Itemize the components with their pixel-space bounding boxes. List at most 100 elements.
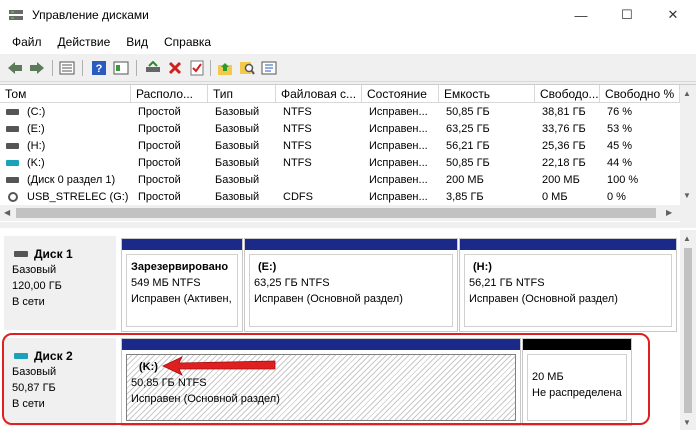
column-header-free-percent[interactable]: Свободно % [600, 85, 680, 103]
volume-name: (Диск 0 раздел 1) [27, 174, 116, 186]
connect-icon[interactable] [144, 59, 162, 77]
scroll-down-icon[interactable]: ▼ [683, 418, 691, 427]
delete-icon[interactable] [166, 59, 184, 77]
partition-bar [122, 239, 242, 250]
volume-free-percent: 53 % [607, 123, 633, 135]
red-arrow-icon [162, 356, 276, 376]
checklist-icon[interactable] [188, 59, 206, 77]
table-row[interactable]: (C:) Простой Базовый NTFS Исправен... 50… [0, 104, 680, 121]
volume-free-percent: 44 % [607, 157, 633, 169]
volume-layout: Простой [138, 157, 181, 169]
volume-fs: NTFS [283, 157, 312, 169]
window-title: Управление дисками [32, 8, 149, 22]
details-icon[interactable] [260, 59, 278, 77]
scroll-left-icon[interactable]: ◀ [4, 208, 10, 217]
volume-capacity: 200 МБ [446, 174, 484, 186]
volume-status: Исправен... [369, 123, 428, 135]
volume-type: Базовый [215, 106, 260, 118]
vertical-scroll-thumb[interactable] [684, 248, 692, 413]
volume-list: Том Располо... Тип Файловая с... Состоян… [0, 84, 696, 222]
volume-name: (K:) [27, 157, 45, 169]
volume-status: Исправен... [369, 174, 428, 186]
folder-up-icon[interactable] [216, 59, 234, 77]
volume-type: Базовый [215, 191, 260, 203]
partition-reserved[interactable]: Зарезервировано 549 МБ NTFS Исправен (Ак… [121, 238, 243, 332]
volume-fs: NTFS [283, 140, 312, 152]
volume-free: 38,81 ГБ [542, 106, 586, 118]
volume-layout: Простой [138, 106, 181, 118]
partition-name: (E:) [258, 261, 277, 273]
volume-name: (C:) [27, 106, 46, 118]
hard-drive-icon [6, 177, 19, 183]
menu-file[interactable]: Файл [4, 35, 50, 49]
maximize-button[interactable]: ☐ [604, 0, 650, 30]
partition-bar [460, 239, 676, 250]
volume-free-percent: 100 % [607, 174, 639, 186]
disk-1-state: В сети [12, 296, 45, 308]
volume-status: Исправен... [369, 157, 428, 169]
column-header-layout[interactable]: Располо... [131, 85, 208, 103]
close-button[interactable]: ✕ [650, 0, 696, 30]
column-header-filesystem[interactable]: Файловая с... [276, 85, 362, 103]
search-disk-icon[interactable] [238, 59, 256, 77]
partition-status: Исправен (Основной раздел) [254, 293, 403, 305]
column-header-status[interactable]: Состояние [362, 85, 439, 103]
hard-drive-icon [14, 251, 28, 257]
column-header-capacity[interactable]: Емкость [439, 85, 535, 103]
toolbar-separator [210, 60, 211, 76]
volume-name: (E:) [27, 123, 45, 135]
volume-free-percent: 76 % [607, 106, 633, 118]
horizontal-scrollbar[interactable]: ◀ ▶ [0, 205, 680, 221]
table-row[interactable]: USB_STRELEC (G:) Простой Базовый CDFS Ис… [0, 189, 680, 206]
volume-status: Исправен... [369, 191, 428, 203]
vertical-scrollbar[interactable]: ▲ ▼ [680, 85, 696, 222]
table-row[interactable]: (H:) Простой Базовый NTFS Исправен... 56… [0, 138, 680, 155]
help-icon[interactable]: ? [90, 59, 108, 77]
partition-e[interactable]: (E:) 63,25 ГБ NTFS Исправен (Основной ра… [244, 238, 458, 332]
disk-1-size: 120,00 ГБ [12, 280, 62, 292]
highlight-frame [2, 333, 650, 425]
scroll-right-icon[interactable]: ▶ [666, 208, 672, 217]
scroll-up-icon[interactable]: ▲ [683, 234, 691, 243]
volume-type: Базовый [215, 123, 260, 135]
partition-status: Исправен (Основной раздел) [469, 293, 618, 305]
scroll-up-icon[interactable]: ▲ [683, 89, 691, 98]
partition-h[interactable]: (H:) 56,21 ГБ NTFS Исправен (Основной ра… [459, 238, 677, 332]
partition-bar [245, 239, 457, 250]
table-row[interactable]: (Диск 0 раздел 1) Простой Базовый Исправ… [0, 172, 680, 189]
partition-size: 63,25 ГБ NTFS [254, 277, 330, 289]
horizontal-scroll-thumb[interactable] [16, 208, 656, 218]
menu-view[interactable]: Вид [118, 35, 156, 49]
properties-icon[interactable] [112, 59, 130, 77]
disk-1-type: Базовый [12, 264, 57, 276]
column-header-volume[interactable]: Том [0, 85, 131, 103]
volume-fs: NTFS [283, 106, 312, 118]
table-row[interactable]: (E:) Простой Базовый NTFS Исправен... 63… [0, 121, 680, 138]
volume-capacity: 56,21 ГБ [446, 140, 490, 152]
menu-action[interactable]: Действие [50, 35, 119, 49]
scroll-down-icon[interactable]: ▼ [683, 191, 691, 200]
volume-free: 33,76 ГБ [542, 123, 586, 135]
back-arrow-icon[interactable] [6, 59, 24, 77]
list-view-icon[interactable] [58, 59, 76, 77]
partition-body: (H:) 56,21 ГБ NTFS Исправен (Основной ра… [464, 254, 672, 327]
volume-free: 25,36 ГБ [542, 140, 586, 152]
volume-type: Базовый [215, 140, 260, 152]
disk-map-scrollbar[interactable]: ▲ ▼ [680, 230, 696, 430]
minimize-button[interactable]: — [558, 0, 604, 30]
table-row[interactable]: (K:) Простой Базовый NTFS Исправен... 50… [0, 155, 680, 172]
column-header-free[interactable]: Свободо... [535, 85, 600, 103]
forward-arrow-icon[interactable] [28, 59, 46, 77]
volume-capacity: 3,85 ГБ [446, 191, 484, 203]
toolbar-separator [82, 60, 83, 76]
volume-status: Исправен... [369, 106, 428, 118]
menu-help[interactable]: Справка [156, 35, 219, 49]
volume-fs: CDFS [283, 191, 313, 203]
partition-body: Зарезервировано 549 МБ NTFS Исправен (Ак… [126, 254, 238, 327]
menu-bar: Файл Действие Вид Справка [0, 30, 696, 54]
volume-layout: Простой [138, 174, 181, 186]
column-header-type[interactable]: Тип [208, 85, 276, 103]
hard-drive-icon [6, 143, 19, 149]
volume-free: 200 МБ [542, 174, 580, 186]
disk-1-label[interactable]: Диск 1 Базовый 120,00 ГБ В сети [4, 236, 116, 330]
